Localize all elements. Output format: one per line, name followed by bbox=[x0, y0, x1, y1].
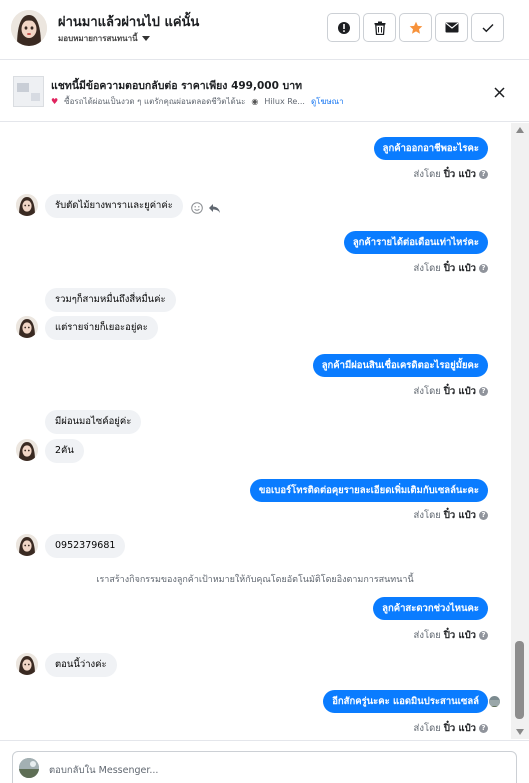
reply-composer: ตอบกลับใน Messenger... bbox=[0, 740, 529, 783]
outgoing-message[interactable]: ลูกค้าออกอาชีพอะไรคะ bbox=[373, 137, 488, 160]
incoming-message[interactable]: 2คัน bbox=[45, 439, 84, 463]
ad-subtitle: ซื้อรถได้ผ่อนเป็นงวด ๆ แตรักคุณผ่อนตลอดช… bbox=[64, 97, 246, 106]
assign-conversation-dropdown[interactable]: มอบหมายการสนทนานี้ bbox=[58, 32, 150, 45]
contact-avatar-small[interactable] bbox=[16, 653, 38, 675]
conversation-header: ผ่านมาแล้วผ่านไป แค่นั้น มอบหมายการสนทนา… bbox=[0, 0, 529, 60]
info-icon[interactable]: ? bbox=[479, 631, 488, 640]
message-thread[interactable]: ลูกค้าออกอาชีพอะไรคะ ส่งโดย ปิ๋ว แป๋ว ? … bbox=[0, 123, 510, 739]
mark-unread-button[interactable] bbox=[435, 13, 468, 42]
sent-by-label: ส่งโดย ปิ๋ว แป๋ว ? bbox=[414, 261, 488, 276]
emoji-react-icon[interactable] bbox=[191, 202, 203, 214]
page-avatar bbox=[19, 758, 39, 778]
incoming-message[interactable]: 0952379681 bbox=[45, 534, 126, 558]
envelope-icon bbox=[445, 22, 458, 33]
reply-placeholder: ตอบกลับใน Messenger... bbox=[49, 765, 159, 776]
close-ad-button[interactable] bbox=[490, 83, 508, 101]
sent-by-text: ส่งโดย bbox=[413, 169, 441, 180]
ad-subtitle-extra: Hilux Re... bbox=[264, 97, 305, 106]
outgoing-message[interactable]: อีกสักครู่นะคะ แอดมินประสานเซลล์ bbox=[323, 690, 488, 713]
sent-by-text: ส่งโดย bbox=[413, 386, 441, 397]
reply-icon[interactable] bbox=[208, 203, 221, 214]
contact-avatar-small[interactable] bbox=[16, 194, 38, 216]
incoming-message[interactable]: รับตัดไม้ยางพาราและยูค่าค่ะ bbox=[45, 194, 183, 218]
info-icon[interactable]: ? bbox=[479, 511, 488, 520]
close-icon bbox=[493, 86, 505, 98]
sender-name: ปิ๋ว แป๋ว bbox=[443, 169, 476, 180]
sender-name: ปิ๋ว แป๋ว bbox=[443, 510, 476, 521]
delete-button[interactable] bbox=[363, 13, 396, 42]
info-icon[interactable]: ? bbox=[479, 170, 488, 179]
incoming-message[interactable]: รวมๆก็สามหมื่นถึงสี่หมื่นค่ะ bbox=[45, 288, 176, 312]
contact-avatar-small[interactable] bbox=[16, 316, 38, 338]
ad-subtitle-row: ♥ ซื้อรถได้ผ่อนเป็นงวด ๆ แตรักคุณผ่อนตลอ… bbox=[51, 95, 344, 108]
mark-spam-button[interactable] bbox=[327, 13, 360, 42]
view-ad-link[interactable]: ดูโฆษณา bbox=[311, 95, 344, 108]
info-icon[interactable]: ? bbox=[479, 387, 488, 396]
caret-down-icon bbox=[141, 36, 150, 41]
reply-input[interactable]: ตอบกลับใน Messenger... bbox=[12, 751, 517, 783]
scroll-up-arrow-icon[interactable] bbox=[516, 127, 524, 133]
car-emoji-icon: ◉ bbox=[251, 97, 259, 106]
ad-title: แชทนี้มีข้อความตอบกลับต่อ ราคาเพียง 499,… bbox=[51, 80, 303, 92]
info-icon[interactable]: ? bbox=[479, 264, 488, 273]
ad-banner: แชทนี้มีข้อความตอบกลับต่อ ราคาเพียง 499,… bbox=[0, 61, 529, 122]
sent-by-label: ส่งโดย ปิ๋ว แป๋ว ? bbox=[414, 628, 488, 643]
star-button[interactable] bbox=[399, 13, 432, 42]
scroll-down-arrow-icon[interactable] bbox=[516, 729, 524, 735]
sent-by-text: ส่งโดย bbox=[413, 723, 441, 734]
scrollbar-thumb[interactable] bbox=[515, 641, 524, 719]
heart-emoji-icon: ♥ bbox=[51, 97, 59, 106]
outgoing-message[interactable]: ลูกค้ารายได้ต่อเดือนเท่าไหร่คะ bbox=[343, 231, 488, 254]
incoming-message[interactable]: แต่รายจ่ายก็เยอะอยู่คะ bbox=[45, 316, 158, 340]
sender-name: ปิ๋ว แป๋ว bbox=[443, 723, 476, 734]
contact-avatar[interactable] bbox=[11, 10, 47, 46]
message-actions bbox=[191, 202, 221, 214]
contact-avatar-small[interactable] bbox=[16, 534, 38, 556]
incoming-message[interactable]: มีผ่อนมอไซค์อยู่ค่ะ bbox=[45, 410, 142, 434]
sent-by-label: ส่งโดย ปิ๋ว แป๋ว ? bbox=[414, 721, 488, 736]
info-icon[interactable]: ? bbox=[479, 724, 488, 733]
incoming-message[interactable]: ตอนนี้ว่างค่ะ bbox=[45, 653, 117, 677]
outgoing-message[interactable]: ลูกค้ามีผ่อนสินเชื่อเครดิตอะไรอยู่มั้ยคะ bbox=[312, 354, 488, 377]
ad-thumbnail[interactable] bbox=[13, 76, 44, 107]
sent-by-text: ส่งโดย bbox=[413, 630, 441, 641]
sent-by-label: ส่งโดย ปิ๋ว แป๋ว ? bbox=[414, 167, 488, 182]
outgoing-message[interactable]: ลูกค้าสะดวกช่วงไหนคะ bbox=[373, 597, 488, 620]
sent-by-label: ส่งโดย ปิ๋ว แป๋ว ? bbox=[414, 508, 488, 523]
sent-by-label: ส่งโดย ปิ๋ว แป๋ว ? bbox=[414, 384, 488, 399]
assign-label: มอบหมายการสนทนานี้ bbox=[58, 34, 138, 43]
seen-avatar bbox=[489, 696, 500, 707]
contact-name[interactable]: ผ่านมาแล้วผ่านไป แค่นั้น bbox=[58, 11, 199, 32]
mark-done-button[interactable] bbox=[471, 13, 504, 42]
trash-icon bbox=[374, 21, 385, 35]
sender-name: ปิ๋ว แป๋ว bbox=[443, 630, 476, 641]
check-icon bbox=[482, 23, 493, 32]
alert-icon bbox=[337, 21, 350, 34]
sent-by-text: ส่งโดย bbox=[413, 263, 441, 274]
star-icon bbox=[409, 21, 422, 34]
outgoing-message[interactable]: ขอเบอร์โทรติดต่อคุยรายละเอียดเพิ่มเติมกั… bbox=[249, 479, 488, 502]
system-notice: เราสร้างกิจกรรมของลูกค้าเป้าหมายให้กับคุ… bbox=[96, 575, 414, 585]
contact-avatar-small[interactable] bbox=[16, 439, 38, 461]
scrollbar[interactable] bbox=[511, 123, 529, 739]
sent-by-text: ส่งโดย bbox=[413, 510, 441, 521]
sender-name: ปิ๋ว แป๋ว bbox=[443, 386, 476, 397]
sender-name: ปิ๋ว แป๋ว bbox=[443, 263, 476, 274]
